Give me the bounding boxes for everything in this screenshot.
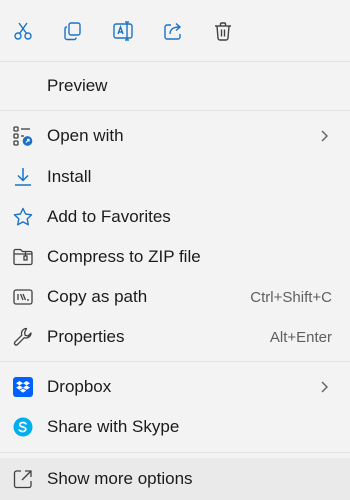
menu-item-label: Share with Skype xyxy=(47,417,180,436)
skype-icon xyxy=(11,415,35,439)
copy-button[interactable] xyxy=(58,16,88,46)
menu-item-show-more-options[interactable]: Show more options xyxy=(0,458,350,500)
menu-item-label: Open with xyxy=(47,126,124,145)
menu-item-add-to-favorites[interactable]: Add to Favorites xyxy=(0,197,350,237)
menu-item-install[interactable]: Install xyxy=(0,157,350,197)
rename-button[interactable] xyxy=(108,16,138,46)
delete-icon xyxy=(215,22,231,41)
copy-icon xyxy=(64,22,81,41)
show-more-options-icon xyxy=(11,467,35,491)
copy-path-icon xyxy=(11,285,35,309)
divider xyxy=(0,61,350,62)
divider xyxy=(0,361,350,362)
menu-item-share-with-skype[interactable]: Share with Skype xyxy=(0,407,350,447)
menu-item-preview[interactable]: Preview xyxy=(0,66,350,106)
menu-item-label: Show more options xyxy=(47,469,193,488)
menu-item-label: Copy as path xyxy=(47,287,148,306)
menu-item-properties[interactable]: Properties Alt+Enter xyxy=(0,317,350,357)
divider xyxy=(0,452,350,453)
dropbox-icon xyxy=(11,375,35,399)
cut-button[interactable] xyxy=(8,16,38,46)
menu-item-label: Compress to ZIP file xyxy=(47,247,201,266)
menu-item-label: Properties xyxy=(47,327,125,346)
wrench-icon xyxy=(11,325,35,349)
menu-item-label: Add to Favorites xyxy=(47,207,171,226)
context-menu-toolbar xyxy=(0,0,350,62)
chevron-right-icon xyxy=(321,381,328,393)
keyboard-shortcut: Alt+Enter xyxy=(269,328,332,346)
menu-item-label: Preview xyxy=(47,76,108,95)
menu-item-compress-zip[interactable]: Compress to ZIP file xyxy=(0,237,350,277)
star-icon xyxy=(11,205,35,229)
menu-item-label: Dropbox xyxy=(47,377,112,396)
menu-item-open-with[interactable]: Open with xyxy=(0,116,350,156)
rename-icon xyxy=(113,21,133,41)
menu-item-label: Install xyxy=(47,167,92,186)
chevron-right-icon xyxy=(321,130,328,142)
context-menu: Preview Open with Install Add to Favorit… xyxy=(0,0,350,500)
open-with-icon xyxy=(11,124,35,148)
share-icon xyxy=(164,22,182,40)
keyboard-shortcut: Ctrl+Shift+C xyxy=(250,288,332,306)
download-icon xyxy=(11,165,35,189)
menu-item-copy-as-path[interactable]: Copy as path Ctrl+Shift+C xyxy=(0,277,350,317)
menu-item-dropbox[interactable]: Dropbox xyxy=(0,367,350,407)
divider xyxy=(0,110,350,111)
share-button[interactable] xyxy=(158,16,188,46)
zip-folder-icon xyxy=(11,245,35,269)
delete-button[interactable] xyxy=(208,16,238,46)
cut-icon xyxy=(14,22,32,40)
